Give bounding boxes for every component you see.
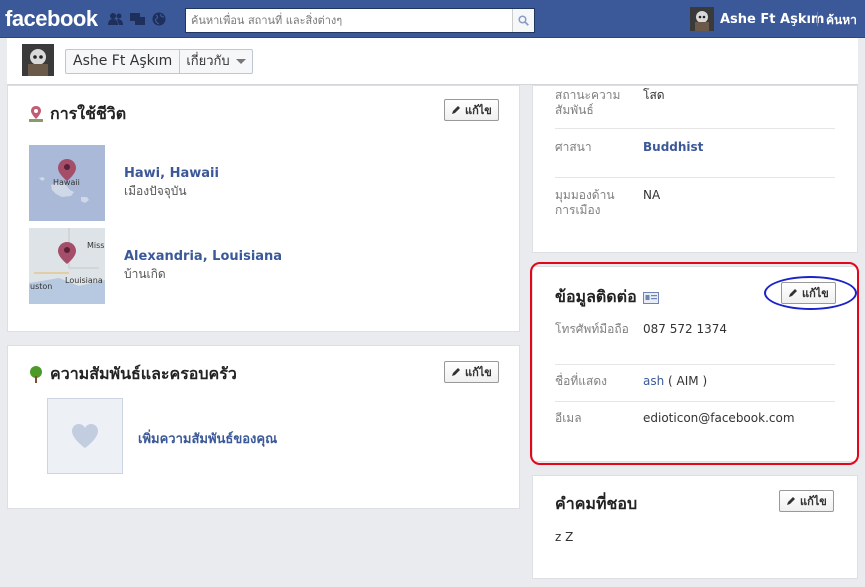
search-input[interactable] — [186, 9, 506, 31]
search-button[interactable] — [512, 9, 534, 32]
place-hometown: Miss Louisiana uston Alexandria, Louisia… — [29, 228, 282, 304]
facebook-logo[interactable]: facebook — [5, 6, 98, 32]
favorite-quotes-card: คำคมที่ชอบ แก้ไข z Z — [532, 475, 858, 579]
map-pin-icon — [58, 242, 76, 264]
edit-quotes-button[interactable]: แก้ไข — [779, 490, 834, 512]
basic-info-card: สถานะความสัมพันธ์ โสด ศาสนา Buddhist มุม… — [532, 85, 858, 253]
info-label: ศาสนา — [555, 140, 592, 154]
pencil-icon — [452, 368, 460, 376]
blue-highlight-ellipse — [764, 276, 857, 310]
edit-button-label: แก้ไข — [465, 104, 492, 117]
place-name-link[interactable]: Hawi, Hawaii — [124, 166, 219, 181]
profile-name-button[interactable]: Ashe Ft Aşkım — [66, 50, 181, 73]
chevron-down-icon — [235, 59, 246, 64]
info-row: มุมมองด้านการเมือง NA — [555, 188, 835, 218]
edit-living-button[interactable]: แก้ไข — [444, 99, 499, 121]
profile-section-selector: Ashe Ft Aşkım เกี่ยวกับ — [65, 49, 253, 74]
place-text: Alexandria, Louisiana บ้านเกิด — [124, 249, 282, 284]
place-subtitle: เมืองปัจจุบัน — [124, 183, 187, 198]
place-subtitle: บ้านเกิด — [124, 266, 166, 281]
info-row: ศาสนา Buddhist — [555, 140, 835, 155]
notifications-globe-icon[interactable] — [152, 12, 167, 26]
info-row: สถานะความสัมพันธ์ โสด — [555, 88, 835, 118]
user-avatar — [690, 7, 714, 31]
living-card: การใช้ชีวิต แก้ไข Hawaii Hawi, Hawaii เม… — [7, 85, 520, 332]
find-friends-link[interactable]: ค้นหา — [826, 11, 857, 30]
info-value: NA — [643, 188, 661, 202]
top-user-name: Ashe Ft Aşkım — [720, 11, 825, 27]
nav-divider — [817, 12, 818, 26]
religion-link[interactable]: Buddhist — [643, 140, 703, 155]
map-label: Louisiana — [65, 276, 103, 285]
top-navigation-bar: facebook Ashe Ft Aşkım ค้นหา — [0, 0, 865, 38]
location-pin-icon — [29, 106, 43, 122]
map-thumbnail[interactable]: Miss Louisiana uston — [29, 228, 105, 304]
friend-requests-icon[interactable] — [108, 12, 123, 26]
louisiana-map-image — [29, 228, 105, 304]
search-box — [185, 8, 535, 33]
profile-header-strip: Ashe Ft Aşkım เกี่ยวกับ — [7, 38, 858, 85]
quotes-text: z Z — [555, 530, 574, 544]
quotes-title: คำคมที่ชอบ — [555, 492, 637, 517]
place-current-city: Hawaii Hawi, Hawaii เมืองปัจจุบัน — [29, 145, 219, 221]
map-label: Miss — [87, 241, 105, 250]
profile-avatar[interactable] — [22, 44, 54, 76]
living-title: การใช้ชีวิต — [28, 102, 126, 127]
section-dropdown[interactable]: เกี่ยวกับ — [180, 50, 251, 73]
family-tree-icon — [30, 366, 42, 383]
map-label: uston — [30, 282, 53, 291]
info-value: โสด — [643, 88, 665, 102]
search-icon — [518, 15, 529, 26]
row-divider — [555, 177, 835, 178]
info-label: มุมมองด้านการเมือง — [555, 188, 615, 217]
relationship-title-text: ความสัมพันธ์และครอบครัว — [50, 364, 237, 383]
living-title-text: การใช้ชีวิต — [50, 104, 127, 123]
jewel-icons — [108, 12, 167, 26]
map-pin-icon — [58, 159, 76, 181]
edit-button-label: แก้ไข — [465, 366, 492, 379]
relationship-title: ความสัมพันธ์และครอบครัว — [28, 362, 237, 387]
section-dropdown-label: เกี่ยวกับ — [186, 54, 230, 69]
edit-button-label: แก้ไข — [800, 495, 827, 508]
pencil-icon — [787, 497, 795, 505]
top-user-link[interactable]: Ashe Ft Aşkım — [690, 7, 824, 31]
place-text: Hawi, Hawaii เมืองปัจจุบัน — [124, 166, 219, 201]
edit-relationship-button[interactable]: แก้ไข — [444, 361, 499, 383]
pencil-icon — [452, 106, 460, 114]
row-divider — [555, 128, 835, 129]
quotes-title-text: คำคมที่ชอบ — [555, 494, 638, 513]
add-relationship-thumbnail[interactable] — [47, 398, 123, 474]
map-thumbnail[interactable]: Hawaii — [29, 145, 105, 221]
add-relationship-link[interactable]: เพิ่มความสัมพันธ์ของคุณ — [138, 428, 277, 449]
relationship-card: ความสัมพันธ์และครอบครัว แก้ไข เพิ่มความส… — [7, 345, 520, 509]
messages-icon[interactable] — [130, 12, 145, 26]
heart-icon — [72, 424, 98, 448]
place-name-link[interactable]: Alexandria, Louisiana — [124, 249, 282, 264]
info-label: สถานะความสัมพันธ์ — [555, 88, 621, 117]
